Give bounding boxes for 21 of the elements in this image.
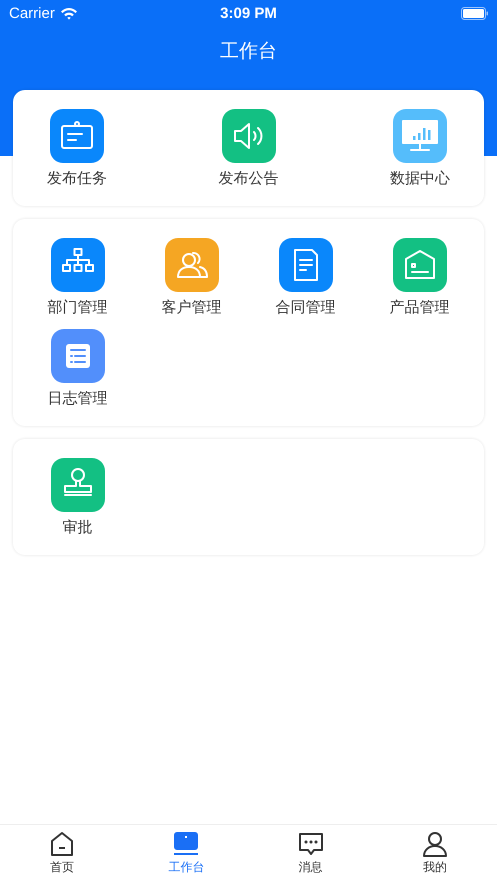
tab-item[interactable]: 首页 [0,825,124,883]
battery-icon [461,6,489,20]
app-shortcut[interactable]: 合同管理 [266,238,346,317]
tab-item[interactable]: 我的 [372,825,497,883]
person-icon [420,831,449,857]
chat-icon [296,831,325,857]
clock-time: 3:09 PM [220,4,277,22]
app-shortcut[interactable]: 客户管理 [152,238,232,317]
wifi-icon [60,6,78,20]
page-title: 工作台 [220,39,277,64]
app-shortcut[interactable]: 日志管理 [38,329,118,408]
app-shortcut[interactable]: 数据中心 [380,109,460,188]
tab-item[interactable]: 消息 [248,825,373,883]
carrier-label: Carrier [9,4,55,22]
app-shortcut[interactable]: 发布公告 [208,109,288,188]
app-shortcut[interactable]: 发布任务 [37,109,117,188]
laptop-icon [172,831,200,857]
app-shortcut[interactable]: 产品管理 [380,238,460,317]
app-shortcut[interactable]: 审批 [38,458,118,537]
tab-item[interactable]: 工作台 [124,825,248,883]
app-shortcut[interactable]: 部门管理 [38,238,118,317]
